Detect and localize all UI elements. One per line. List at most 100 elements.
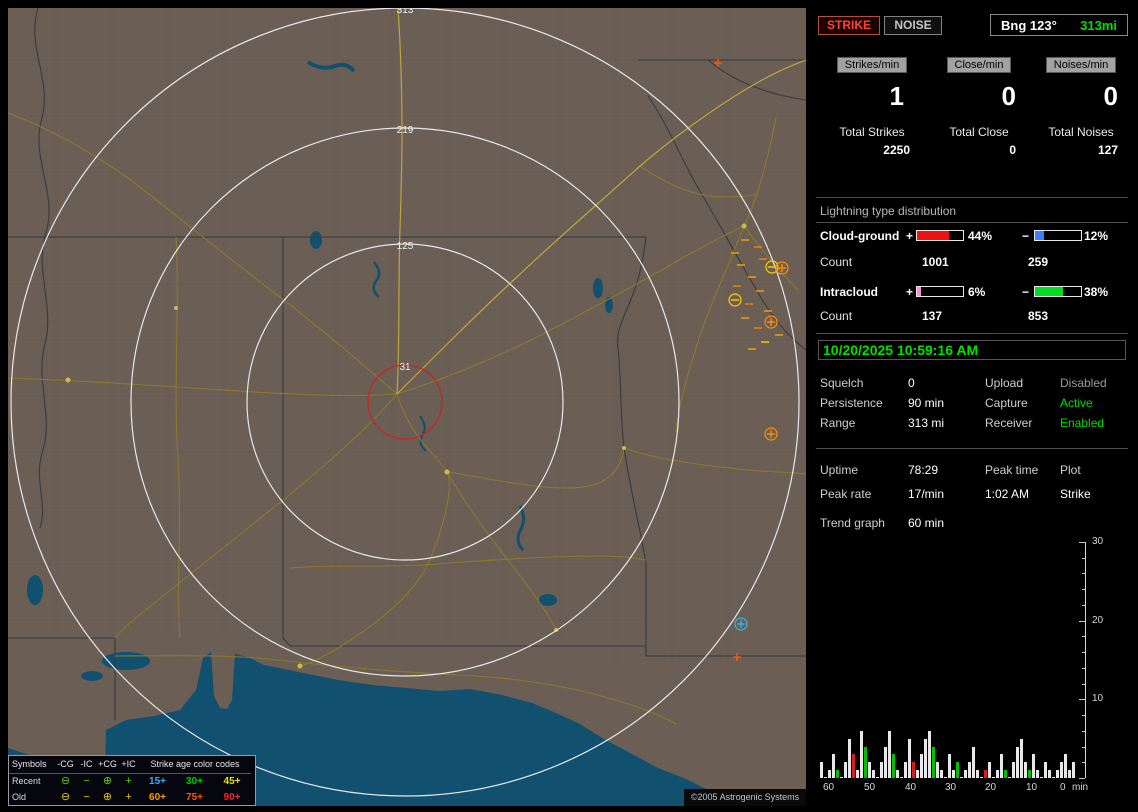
age-90: 90+ — [223, 791, 241, 803]
cg-positive-bar — [916, 230, 964, 241]
total-close-label: Total Close — [949, 125, 1009, 139]
minus-icon: − — [83, 791, 90, 803]
trend-graph-label: Trend graph — [820, 516, 885, 530]
receiver-label: Receiver — [985, 416, 1033, 430]
plot-value: Strike — [1060, 487, 1091, 501]
settings-row: Range 313 mi Receiver Enabled — [814, 416, 1130, 432]
close-per-min-button[interactable]: Close/min — [946, 57, 1012, 73]
total-strikes-value: 2250 — [883, 143, 910, 157]
ic-positive-pct: 6% — [968, 285, 986, 299]
plus-icon: + — [125, 791, 132, 803]
ic-positive-count: 137 — [922, 309, 943, 323]
age-75: 75+ — [186, 791, 203, 803]
bearing-display: Bng 123° 313mi — [990, 14, 1128, 36]
lightning-map[interactable]: 313 219 125 31 Symbols -CG -IC +CG +IC Stri… — [8, 8, 806, 806]
peak-rate-value: 17/min — [908, 487, 945, 501]
divider — [816, 448, 1128, 449]
uptime-label: Uptime — [820, 463, 859, 477]
noises-column: Noises/min 0 Total Noises 127 — [1032, 57, 1130, 157]
age-15: 15+ — [149, 775, 166, 787]
peak-time-value: 1:02 AM — [985, 487, 1030, 501]
settings-row: Persistence 90 min Capture Active — [814, 396, 1130, 412]
cg-negative-count: 259 — [1028, 255, 1049, 269]
squelch-value: 0 — [908, 376, 915, 390]
uptime-value: 78:29 — [908, 463, 939, 477]
age-45: 45+ — [223, 775, 241, 787]
close-per-min-value: 0 — [1001, 81, 1016, 111]
ic-positive-bar — [916, 286, 964, 297]
divider — [816, 197, 1128, 198]
distribution-title: Lightning type distribution — [820, 204, 957, 218]
strikes-per-min-button[interactable]: Strikes/min — [836, 57, 908, 73]
strikes-per-min-value: 1 — [889, 81, 904, 111]
rate-columns: Strikes/min 1 Total Strikes 2250 Close/m… — [818, 57, 1130, 157]
peak-time-label: Peak time — [985, 463, 1039, 477]
bearing-label: Bng 123° — [1001, 17, 1057, 33]
legend-recent-label: Recent — [12, 776, 41, 786]
upload-label: Upload — [985, 376, 1024, 390]
peak-rate-label: Peak rate — [820, 487, 872, 501]
bearing-range: 313mi — [1080, 17, 1117, 33]
plus-sign: + — [906, 229, 914, 243]
circled-plus-icon: ⊕ — [102, 775, 113, 787]
datetime-display: 10/20/2025 10:59:16 AM — [818, 340, 1126, 360]
minus-icon: − — [83, 775, 90, 787]
legend-col-ic-pos: +IC — [118, 756, 139, 774]
legend-old-label: Old — [12, 792, 27, 802]
map-svg: 313 219 125 31 — [8, 8, 806, 806]
strikes-column: Strikes/min 1 Total Strikes 2250 — [818, 57, 926, 157]
circled-plus-icon: ⊕ — [102, 791, 113, 803]
stats-row: Uptime 78:29 Peak time Plot — [814, 463, 1130, 479]
noise-button[interactable]: NOISE — [884, 16, 942, 35]
cg-positive-pct: 44% — [968, 229, 993, 243]
divider — [816, 333, 1128, 334]
legend-col-ic-neg: -IC — [76, 756, 97, 774]
trend-x-label: 20 — [985, 782, 997, 793]
ic-negative-pct: 38% — [1084, 285, 1109, 299]
svg-text:125: 125 — [397, 241, 414, 252]
squelch-label: Squelch — [820, 376, 864, 390]
total-noises-label: Total Noises — [1048, 125, 1114, 139]
ic-negative-count: 853 — [1028, 309, 1049, 323]
svg-text:219: 219 — [397, 125, 414, 136]
trend-y-axis — [1085, 542, 1086, 778]
plot-label: Plot — [1060, 463, 1081, 477]
trend-x-label: 40 — [905, 782, 917, 793]
range-label: Range — [820, 416, 856, 430]
trend-label-row: Trend graph 60 min — [814, 516, 1130, 532]
age-30: 30+ — [186, 775, 203, 787]
age-60: 60+ — [149, 791, 166, 803]
legend-col-cg-pos: +CG — [97, 756, 118, 774]
cg-negative-bar — [1034, 230, 1082, 241]
trend-x-label: min — [1072, 782, 1089, 793]
upload-status: Disabled — [1060, 376, 1107, 390]
persistence-label: Persistence — [820, 396, 883, 410]
control-panel: STRIKE NOISE Bng 123° 313mi Strikes/min … — [814, 8, 1130, 806]
settings-row: Squelch 0 Upload Disabled — [814, 376, 1130, 392]
count-label: Count — [820, 255, 853, 269]
trend-x-label: 30 — [945, 782, 957, 793]
map-legend: Symbols -CG -IC +CG +IC Strike age color… — [8, 755, 256, 806]
minus-sign: − — [1022, 229, 1030, 243]
cloud-ground-label: Cloud-ground — [820, 229, 900, 243]
trend-x-label: 60 — [823, 782, 835, 793]
trend-graph: 60 50 40 30 20 10 0 min 30 20 10 — [814, 536, 1130, 806]
trend-x-label: 10 — [1026, 782, 1038, 793]
noises-per-min-value: 0 — [1103, 81, 1118, 111]
plus-sign: + — [906, 285, 914, 299]
intracloud-label: Intracloud — [820, 285, 879, 299]
legend-age-title: Strike age color codes — [139, 756, 251, 774]
strike-button[interactable]: STRIKE — [818, 16, 880, 35]
count-label: Count — [820, 309, 853, 323]
total-strikes-label: Total Strikes — [839, 125, 905, 139]
total-noises-value: 127 — [1097, 143, 1118, 157]
stats-row: Peak rate 17/min 1:02 AM Strike — [814, 487, 1130, 503]
divider — [816, 222, 1128, 223]
noises-per-min-button[interactable]: Noises/min — [1045, 57, 1117, 73]
ic-negative-bar — [1034, 286, 1082, 297]
capture-status: Active — [1060, 396, 1093, 410]
legend-symbols-title: Symbols — [9, 756, 55, 774]
circled-minus-icon: ⊖ — [60, 791, 71, 803]
capture-label: Capture — [985, 396, 1028, 410]
cg-positive-count: 1001 — [922, 255, 949, 269]
